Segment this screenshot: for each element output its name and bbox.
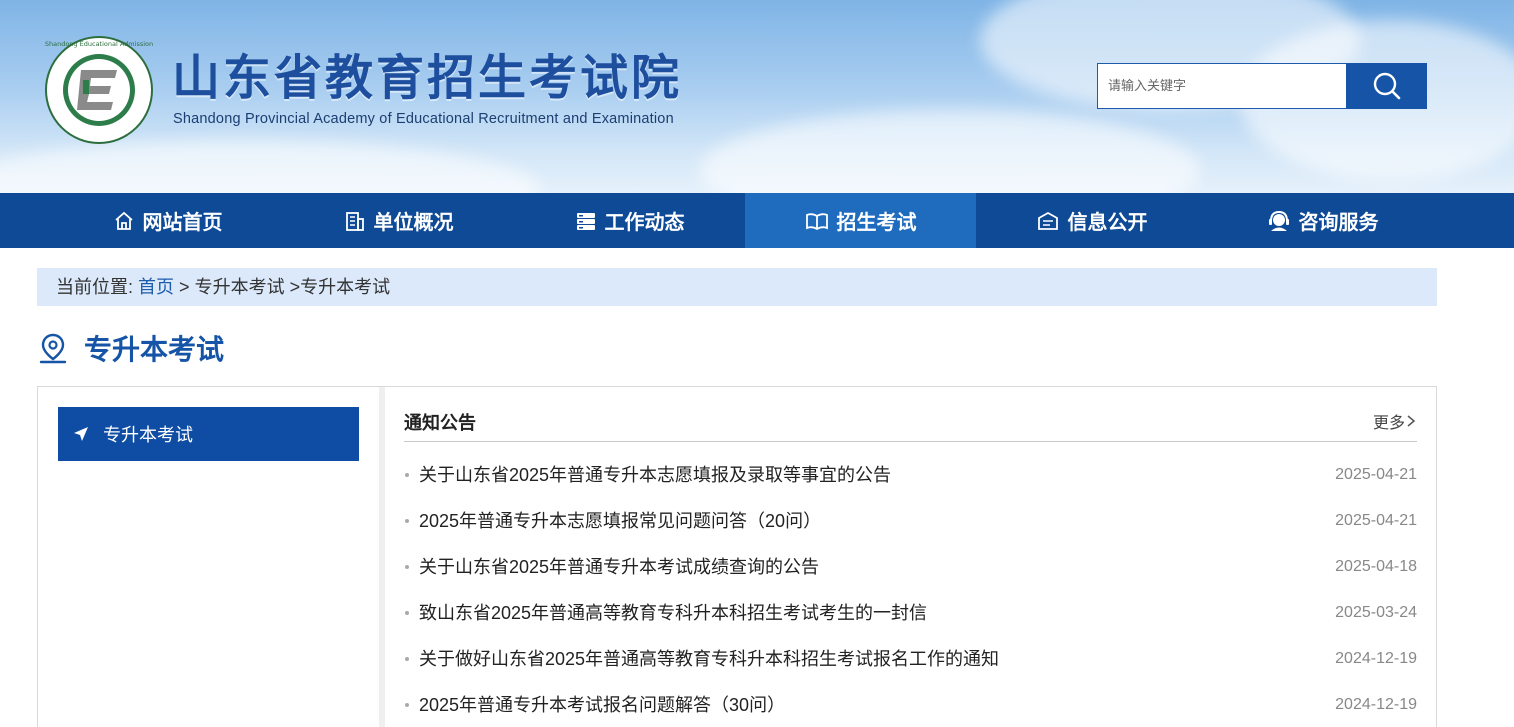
news-date: 2025-04-21 [1335,466,1417,483]
nav-item-consult[interactable]: 咨询服务 [1207,193,1438,248]
nav-label: 工作动态 [604,212,685,234]
home-icon [114,211,133,230]
site-logo[interactable]: Shandong Educational Admission [43,36,155,144]
nav-item-news[interactable]: 工作动态 [514,193,745,248]
site-title: 山东省教育招生考试院 [172,50,683,106]
breadcrumb-separator: > [179,277,190,297]
more-link[interactable]: 更多 [1373,409,1417,433]
breadcrumb-separator: > [289,277,301,297]
site-subtitle: Shandong Provincial Academy of Education… [173,111,674,127]
news-title[interactable]: 关于做好山东省2025年普通高等教育专科升本科招生考试报名工作的通知 [419,636,999,682]
building-icon [345,211,364,231]
bullet-icon [405,519,409,523]
panel-title: 通知公告 [404,413,476,433]
news-title[interactable]: 致山东省2025年普通高等教育专科升本科招生考试考生的一封信 [419,590,927,636]
news-date: 2024-12-19 [1335,696,1417,713]
bullet-icon [405,473,409,477]
search-icon [1373,72,1400,100]
breadcrumb-prefix: 当前位置: [56,277,134,297]
list-item[interactable]: 2025年普通专升本志愿填报常见问题问答（20问） 2025-04-21 [404,498,1417,544]
nav-item-exams[interactable]: 招生考试 [745,193,976,248]
sidebar-item-zhuanshengben[interactable]: 专升本考试 [58,407,359,461]
page-title-block: 专升本考试 [38,328,224,368]
news-title[interactable]: 关于山东省2025年普通专升本考试成绩查询的公告 [419,544,819,590]
breadcrumb-home-link[interactable]: 首页 [138,277,174,297]
panel-header: 通知公告 更多 [404,407,1417,442]
nav-item-info[interactable]: 信息公开 [976,193,1207,248]
news-date: 2025-04-18 [1335,558,1417,575]
nav-label: 单位概况 [373,212,454,234]
more-label: 更多 [1372,415,1405,432]
news-title[interactable]: 2025年普通专升本志愿填报常见问题问答（20问） [419,498,821,544]
news-title[interactable]: 关于山东省2025年普通专升本志愿填报及录取等事宜的公告 [419,452,891,498]
book-icon [805,212,828,230]
content-frame: 专升本考试 通知公告 更多 关于山东省2025年普通专升本志愿填报及录取等事宜的… [37,386,1437,727]
news-date: 2024-12-19 [1335,650,1417,667]
bullet-icon [405,611,409,615]
list-item[interactable]: 致山东省2025年普通高等教育专科升本科招生考试考生的一封信 2025-03-2… [404,590,1417,636]
page-title: 专升本考试 [84,334,225,365]
bullet-icon [405,565,409,569]
nav-label: 网站首页 [142,212,223,234]
bullet-icon [405,703,409,707]
headset-icon [1268,210,1289,231]
nav-label: 招生考试 [836,212,917,234]
nav-item-home[interactable]: 网站首页 [52,193,283,248]
nav-label: 咨询服务 [1298,212,1379,234]
sidebar-divider [379,387,385,727]
search-button[interactable] [1346,63,1427,109]
list-item[interactable]: 关于山东省2025年普通专升本志愿填报及录取等事宜的公告 2025-04-21 [404,452,1417,498]
breadcrumb: 当前位置: 首页 > 专升本考试 >专升本考试 [37,268,1437,306]
news-list: 关于山东省2025年普通专升本志愿填报及录取等事宜的公告 2025-04-21 … [404,452,1417,727]
bullet-icon [405,657,409,661]
list-item[interactable]: 2025年普通专升本考试报名问题解答（30问） 2024-12-19 [404,682,1417,727]
news-title[interactable]: 2025年普通专升本考试报名问题解答（30问） [419,682,785,727]
svg-text:Shandong Educational Admission: Shandong Educational Admission [45,40,153,48]
cloud-decoration [0,140,540,193]
chevron-right-icon [1407,415,1416,427]
breadcrumb-level1[interactable]: 专升本考试 [195,277,285,297]
nav-label: 信息公开 [1067,212,1148,234]
news-date: 2025-04-21 [1335,512,1417,529]
list-item[interactable]: 关于做好山东省2025年普通高等教育专科升本科招生考试报名工作的通知 2024-… [404,636,1417,682]
news-icon [576,212,595,230]
main-nav: 网站首页 单位概况 工作动态 招生考试 信息公开 咨询服务 [0,193,1514,248]
search-input[interactable]: 请输入关键字 [1097,63,1348,109]
breadcrumb-level2[interactable]: 专升本考试 [300,277,390,297]
location-pin-icon [39,333,67,364]
info-icon [1037,211,1058,230]
list-item[interactable]: 关于山东省2025年普通专升本考试成绩查询的公告 2025-04-18 [404,544,1417,590]
navigation-arrow-icon [74,427,88,441]
news-date: 2025-03-24 [1335,604,1417,621]
nav-item-about[interactable]: 单位概况 [283,193,514,248]
cloud-decoration [700,110,1200,193]
header-banner: Shandong Educational Admission 山东省教育招生考试… [0,0,1514,193]
sidebar-item-label: 专升本考试 [103,425,193,445]
